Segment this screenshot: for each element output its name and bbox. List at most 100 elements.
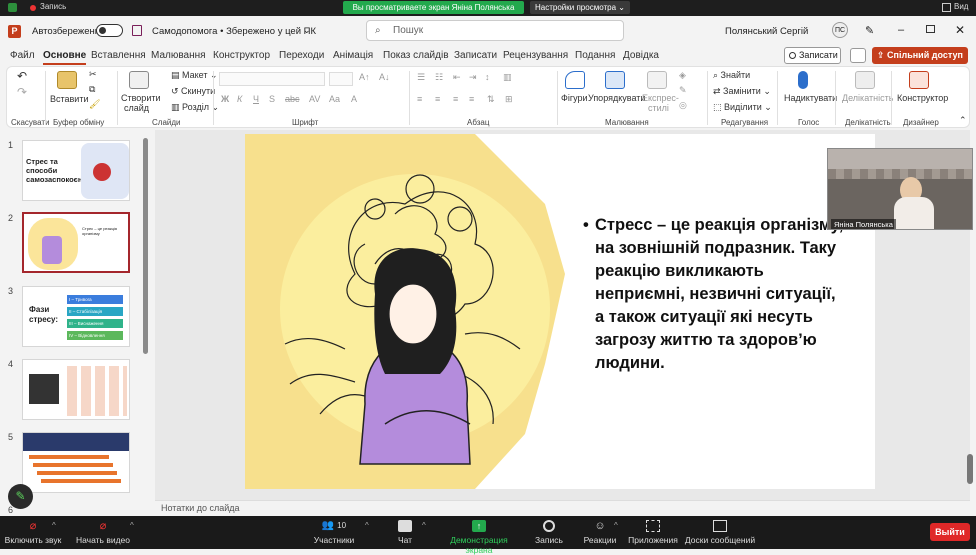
autosave-toggle[interactable] bbox=[96, 24, 123, 37]
chevron-up-icon[interactable]: ^ bbox=[422, 521, 426, 530]
tab-draw[interactable]: Малювання bbox=[151, 50, 206, 61]
font-shrink-icon[interactable]: A↓ bbox=[379, 72, 390, 82]
share-screen-button[interactable]: ↑ Демонстрация экрана bbox=[436, 516, 522, 555]
quick-styles-button-line1[interactable]: Експрес- bbox=[642, 93, 679, 103]
justify-icon[interactable]: ≡ bbox=[469, 94, 474, 104]
shadow-icon[interactable]: S bbox=[269, 94, 275, 104]
record-button[interactable]: Записати bbox=[784, 47, 841, 64]
paste-button[interactable]: Вставити bbox=[50, 94, 89, 104]
leave-meeting-button[interactable]: Выйти bbox=[930, 523, 970, 541]
align-left-icon[interactable]: ≡ bbox=[417, 94, 422, 104]
replace-button[interactable]: ⇄ Замінити ⌄ bbox=[713, 86, 771, 97]
start-video-button[interactable]: ⌀ Начать видео bbox=[73, 516, 133, 549]
shape-effects-icon[interactable]: ◎ bbox=[679, 100, 687, 111]
notes-pane[interactable]: Нотатки до слайда bbox=[155, 500, 970, 516]
record-meeting-button[interactable]: Запись bbox=[530, 516, 568, 549]
participant-video-tile[interactable]: Яніна Полянська bbox=[827, 148, 973, 230]
designer-button[interactable]: Конструктор bbox=[897, 93, 948, 103]
tab-slideshow[interactable]: Показ слайдів bbox=[383, 50, 449, 61]
shapes-button[interactable]: Фігури bbox=[561, 93, 588, 103]
tab-animations[interactable]: Анімація bbox=[333, 50, 373, 61]
chevron-up-icon[interactable]: ^ bbox=[614, 521, 618, 530]
case-icon[interactable]: Aa bbox=[329, 94, 340, 104]
shape-outline-icon[interactable]: ✎ bbox=[679, 85, 687, 96]
comments-icon[interactable] bbox=[850, 48, 866, 63]
bullets-icon[interactable]: ☰ bbox=[417, 72, 425, 83]
copy-icon[interactable]: ⧉ bbox=[89, 84, 95, 95]
align-right-icon[interactable]: ≡ bbox=[453, 94, 458, 104]
bold-icon[interactable]: Ж bbox=[221, 94, 229, 104]
collapse-ribbon-icon[interactable]: ⌃ bbox=[959, 115, 967, 126]
dictate-button[interactable]: Надиктувати bbox=[784, 93, 837, 103]
recording-label[interactable]: Запись bbox=[40, 2, 66, 11]
section-button[interactable]: ▥ Розділ ⌄ bbox=[171, 102, 219, 113]
whiteboards-button[interactable]: Доски сообщений bbox=[684, 516, 756, 549]
view-settings-button[interactable]: Настройки просмотра ⌄ bbox=[530, 1, 630, 14]
find-button[interactable]: ⌕ Знайти bbox=[713, 70, 750, 81]
slide-thumbnail-1[interactable]: Стрес та способи самозаспокоєння bbox=[22, 140, 130, 201]
arrange-button[interactable]: Упорядкувати bbox=[588, 93, 645, 103]
quick-styles-button-line2[interactable]: стилі bbox=[648, 103, 669, 113]
decrease-indent-icon[interactable]: ⇤ bbox=[453, 72, 461, 83]
slide-thumbnail-2[interactable]: Стрес – це реакція організму bbox=[22, 212, 130, 273]
new-slide-button-line2[interactable]: слайд bbox=[124, 103, 149, 113]
sensitivity-button[interactable]: Делікатність bbox=[842, 93, 893, 103]
slide-thumbnail-5[interactable] bbox=[22, 432, 130, 493]
tab-design[interactable]: Конструктор bbox=[213, 50, 270, 61]
tab-help[interactable]: Довідка bbox=[623, 50, 659, 61]
increase-indent-icon[interactable]: ⇥ bbox=[469, 72, 477, 83]
apps-button[interactable]: Приложения bbox=[626, 516, 680, 549]
editor-scrollbar[interactable] bbox=[967, 454, 973, 484]
save-icon[interactable] bbox=[132, 25, 142, 36]
chat-button[interactable]: Чат bbox=[388, 516, 422, 549]
font-color-icon[interactable]: A bbox=[351, 94, 357, 104]
chevron-up-icon[interactable]: ^ bbox=[365, 521, 369, 530]
tab-transitions[interactable]: Переходи bbox=[279, 50, 324, 61]
font-size-select[interactable] bbox=[329, 72, 353, 86]
chevron-up-icon[interactable]: ^ bbox=[52, 521, 56, 530]
redo-icon[interactable]: ↷ bbox=[17, 85, 27, 99]
line-spacing-icon[interactable]: ↕ bbox=[485, 72, 490, 82]
tab-view[interactable]: Подання bbox=[575, 50, 615, 61]
text-direction-icon[interactable]: ⇅ bbox=[487, 94, 495, 105]
avatar[interactable]: ПС bbox=[832, 22, 848, 38]
tab-file[interactable]: Файл bbox=[10, 50, 35, 61]
reset-button[interactable]: ↺ Скинути bbox=[171, 86, 215, 97]
participants-button[interactable]: 👥 10 Участники bbox=[308, 516, 360, 549]
new-slide-button-line1[interactable]: Створити bbox=[121, 93, 161, 103]
slide-thumbnail-4[interactable] bbox=[22, 359, 130, 420]
columns-icon[interactable]: ▥ bbox=[503, 72, 512, 83]
tab-record[interactable]: Записати bbox=[454, 50, 497, 61]
spacing-icon[interactable]: AV bbox=[309, 94, 320, 104]
underline-icon[interactable]: Ч bbox=[253, 94, 259, 104]
share-button[interactable]: ⇪ Спільний доступ ⌄ bbox=[872, 47, 968, 77]
cut-icon[interactable]: ✂ bbox=[89, 69, 97, 80]
close-icon[interactable]: ✕ bbox=[955, 23, 965, 37]
chevron-up-icon[interactable]: ^ bbox=[130, 521, 134, 530]
maximize-icon[interactable] bbox=[926, 25, 935, 33]
thumbnails-scrollbar[interactable] bbox=[143, 138, 148, 354]
align-center-icon[interactable]: ≡ bbox=[435, 94, 440, 104]
tab-insert[interactable]: Вставлення bbox=[91, 50, 146, 61]
font-name-select[interactable] bbox=[219, 72, 325, 86]
layout-button[interactable]: ▤ Макет ⌄ bbox=[171, 70, 218, 81]
font-grow-icon[interactable]: A↑ bbox=[359, 72, 370, 82]
pen-icon[interactable]: ✎ bbox=[865, 24, 874, 37]
view-button[interactable]: Вид bbox=[954, 2, 968, 11]
undo-icon[interactable]: ↶ bbox=[17, 69, 27, 83]
select-button[interactable]: ⬚ Виділити ⌄ bbox=[713, 102, 772, 113]
italic-icon[interactable]: К bbox=[237, 94, 242, 104]
tab-review[interactable]: Рецензування bbox=[503, 50, 568, 61]
shape-fill-icon[interactable]: ◈ bbox=[679, 70, 686, 81]
format-painter-icon[interactable]: 🖌 bbox=[89, 99, 100, 110]
search-box[interactable]: ⌕ Пошук bbox=[366, 20, 624, 41]
slide-thumbnail-3[interactable]: Фази стресу: I – Тривога II – Стабілізац… bbox=[22, 286, 130, 347]
tab-home[interactable]: Основне bbox=[43, 50, 87, 65]
search-input[interactable]: Пошук bbox=[393, 25, 423, 36]
numbering-icon[interactable]: ☷ bbox=[435, 72, 443, 83]
minimize-icon[interactable]: – bbox=[898, 24, 904, 36]
current-slide[interactable]: Стресс – це реакція організму, на зовніш… bbox=[245, 134, 875, 489]
annotate-pen-icon[interactable]: ✎ bbox=[8, 484, 33, 509]
slide-body-text[interactable]: Стресс – це реакція організму, на зовніш… bbox=[583, 214, 845, 375]
chevron-down-icon[interactable]: ⌄ bbox=[303, 25, 311, 36]
